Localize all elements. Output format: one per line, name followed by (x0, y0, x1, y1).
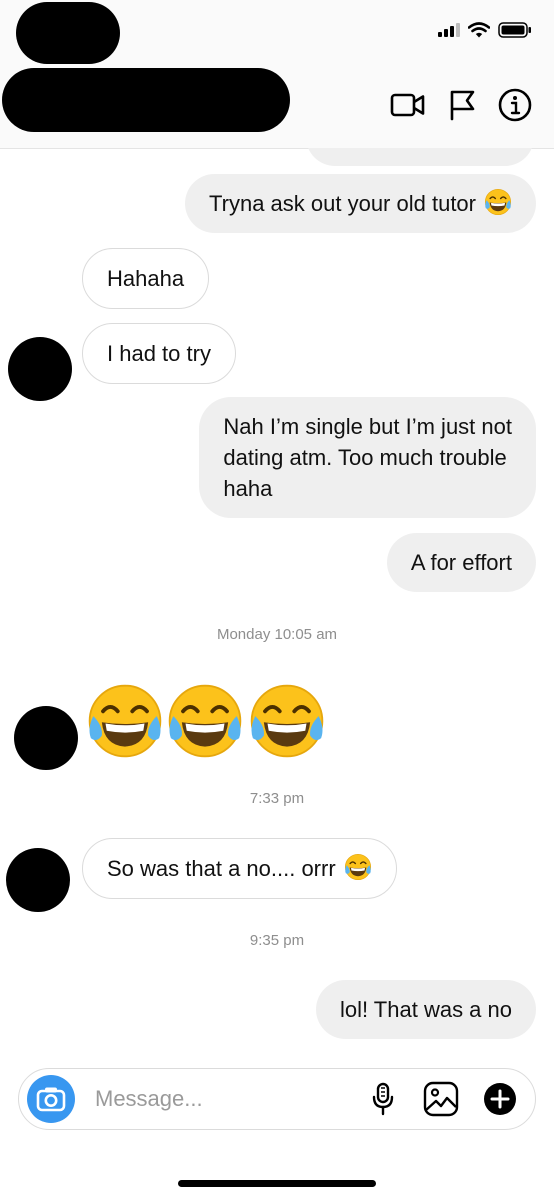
message-line: Nah I’m single but I’m just not (223, 414, 512, 439)
avatar[interactable] (8, 337, 72, 401)
timestamp: 7:33 pm (249, 790, 305, 807)
outgoing-message[interactable]: Tryna ask out your old tutor (185, 174, 536, 233)
tears-of-joy-emoji-icon (166, 682, 244, 760)
avatar[interactable] (14, 706, 78, 770)
tears-of-joy-emoji-icon (86, 682, 164, 760)
outgoing-message[interactable]: A for effort (386, 533, 536, 592)
outgoing-message[interactable]: lol! That was a no (315, 980, 536, 1039)
outgoing-message[interactable]: Nah I’m single but I’m just not dating a… (199, 397, 536, 518)
gallery-icon[interactable] (423, 1081, 459, 1122)
info-icon[interactable] (498, 88, 532, 122)
message-line: haha (223, 476, 273, 501)
message-text: Hahaha (107, 266, 185, 291)
message-composer: Message... (18, 1068, 536, 1130)
message-text: lol! That was a no (339, 997, 512, 1022)
chat-header (0, 0, 554, 149)
timestamp: 9:35 pm (249, 932, 305, 949)
signal-icon (438, 23, 460, 42)
camera-icon (36, 1087, 66, 1112)
timestamp: Monday 10:05 am (216, 626, 338, 643)
wifi-icon (467, 22, 491, 43)
message-thread[interactable]: Tryna ask out your old tutor Hahaha I ha… (0, 148, 554, 1056)
incoming-message[interactable]: I had to try (82, 323, 236, 384)
battery-icon (498, 22, 532, 43)
message-line: dating atm. Too much trouble (223, 445, 507, 470)
message-text: Tryna ask out your old tutor (209, 191, 476, 216)
message-input[interactable]: Message... (95, 1086, 203, 1112)
add-icon[interactable] (483, 1082, 517, 1121)
redacted-time (16, 2, 120, 64)
status-bar (438, 22, 532, 43)
avatar[interactable] (6, 848, 70, 912)
previous-message-bubble-partial (306, 148, 534, 166)
tears-of-joy-emoji-icon (484, 188, 512, 216)
message-text: So was that a no.... orrr (107, 856, 336, 881)
microphone-icon[interactable] (371, 1082, 395, 1121)
header-actions (390, 88, 532, 122)
message-text: A for effort (410, 550, 512, 575)
home-indicator (178, 1180, 376, 1187)
camera-button[interactable] (27, 1075, 75, 1123)
tears-of-joy-emoji-icon (344, 853, 372, 881)
redacted-contact-name (2, 68, 290, 132)
tears-of-joy-emoji-icon (248, 682, 326, 760)
flag-icon[interactable] (448, 89, 476, 121)
message-text: I had to try (107, 341, 211, 366)
video-call-icon[interactable] (390, 92, 426, 118)
incoming-message[interactable]: Hahaha (82, 248, 210, 309)
incoming-message[interactable]: So was that a no.... orrr (82, 838, 397, 899)
